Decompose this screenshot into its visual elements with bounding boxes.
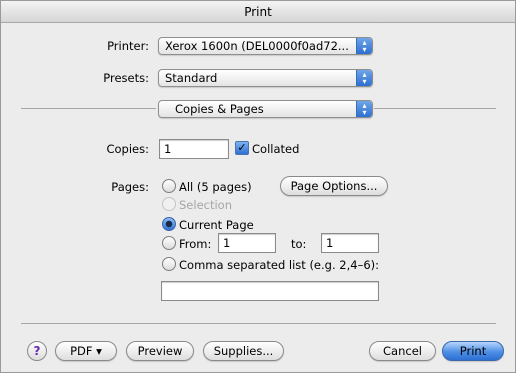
supplies-button[interactable]: Supplies... [203, 341, 284, 361]
help-button[interactable]: ? [27, 341, 47, 361]
copies-label: Copies: [106, 142, 149, 156]
presets-value: Standard [165, 71, 218, 85]
preview-button[interactable]: Preview [126, 341, 194, 361]
print-button[interactable]: Print [442, 341, 504, 361]
pages-label: Pages: [111, 180, 149, 194]
separator-left [21, 108, 156, 109]
separator-right [374, 108, 496, 109]
radio-current-page[interactable] [162, 217, 176, 231]
popup-arrows-icon: ▴ ▾ [356, 101, 372, 117]
printer-value: Xerox 1600n (DEL0000f0ad72... [165, 39, 349, 53]
collated-label: Collated [252, 142, 300, 156]
footer-separator [21, 323, 496, 324]
presets-popup[interactable]: Standard ▴ ▾ [158, 69, 373, 87]
printer-label: Printer: [107, 39, 149, 53]
to-label: to: [291, 237, 307, 251]
presets-label: Presets: [103, 71, 149, 85]
section-value: Copies & Pages [175, 102, 264, 116]
radio-all-pages[interactable] [162, 179, 176, 193]
section-popup[interactable]: Copies & Pages ▴ ▾ [158, 100, 373, 118]
window-title: Print [1, 1, 515, 23]
collated-checkbox[interactable]: ✓ [235, 141, 249, 155]
cancel-button[interactable]: Cancel [369, 341, 436, 361]
all-pages-label: All (5 pages) [179, 180, 252, 194]
printer-popup[interactable]: Xerox 1600n (DEL0000f0ad72... ▴ ▾ [158, 37, 373, 55]
page-options-button[interactable]: Page Options... [280, 176, 388, 196]
popup-arrows-icon: ▴ ▾ [356, 70, 372, 86]
pdf-menu-button[interactable]: PDF ▾ [55, 341, 117, 361]
to-field[interactable]: 1 [321, 233, 379, 253]
radio-from[interactable] [162, 236, 176, 250]
comma-list-field[interactable] [161, 281, 379, 301]
popup-arrows-icon: ▴ ▾ [356, 38, 372, 54]
comma-list-label: Comma separated list (e.g. 2,4–6): [179, 258, 379, 272]
print-dialog: Print Printer: Xerox 1600n (DEL0000f0ad7… [0, 0, 516, 373]
from-field[interactable]: 1 [218, 233, 276, 253]
copies-field[interactable]: 1 [159, 139, 229, 159]
radio-comma-list[interactable] [162, 257, 176, 271]
selection-label: Selection [179, 198, 232, 212]
current-page-label: Current Page [179, 218, 254, 232]
radio-selection [162, 197, 176, 211]
from-label: From: [179, 237, 212, 251]
